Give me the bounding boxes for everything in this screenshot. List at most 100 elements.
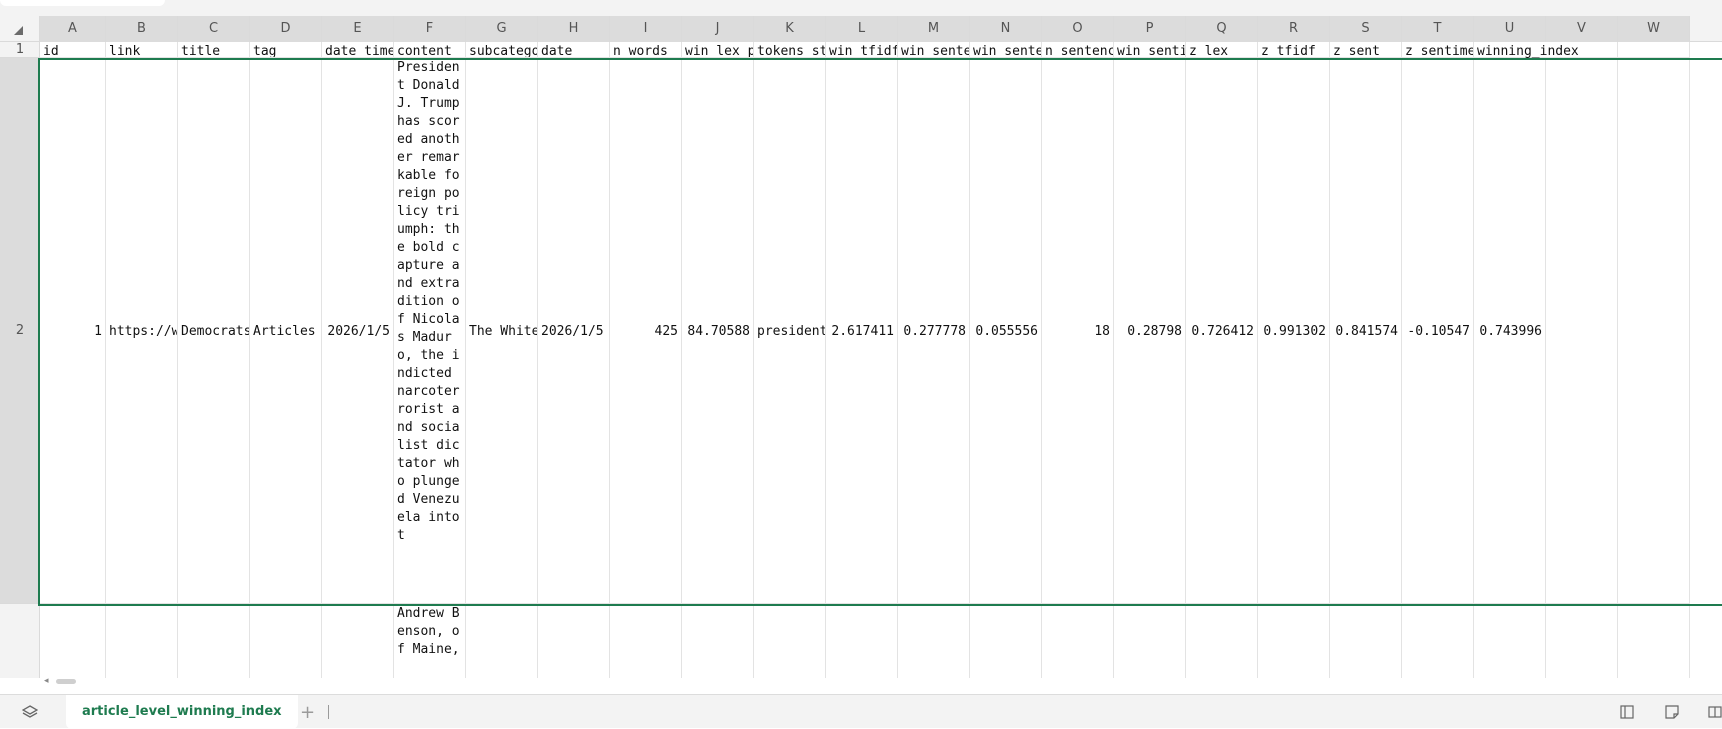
cell-j3[interactable]: [682, 604, 754, 678]
select-all-corner[interactable]: [0, 16, 40, 42]
cell-e3[interactable]: [322, 604, 394, 678]
column-header-l[interactable]: L: [826, 16, 898, 42]
cell-l1[interactable]: win_tfidf: [826, 42, 898, 58]
cell-b3[interactable]: [106, 604, 178, 678]
cell-v2[interactable]: [1546, 58, 1618, 604]
cell-m2[interactable]: 0.277778: [898, 58, 970, 604]
cell-a3[interactable]: [40, 604, 106, 678]
cell-t1[interactable]: z_sentime: [1402, 42, 1474, 58]
cell-j1[interactable]: win_lex_p: [682, 42, 754, 58]
cell-b1[interactable]: link: [106, 42, 178, 58]
cell-w3[interactable]: [1618, 604, 1690, 678]
cell-r1[interactable]: z_tfidf: [1258, 42, 1330, 58]
column-header-j[interactable]: J: [682, 16, 754, 42]
cell-u1[interactable]: winning_index: [1474, 42, 1618, 59]
column-header-d[interactable]: D: [250, 16, 322, 42]
column-header-q[interactable]: Q: [1186, 16, 1258, 42]
cell-s2[interactable]: 0.841574: [1330, 58, 1402, 604]
cell-r3[interactable]: [1258, 604, 1330, 678]
column-header-m[interactable]: M: [898, 16, 970, 42]
cell-r2[interactable]: 0.991302: [1258, 58, 1330, 604]
column-header-f[interactable]: F: [394, 16, 466, 42]
cell-l3[interactable]: [826, 604, 898, 678]
cell-w2[interactable]: [1618, 58, 1690, 604]
cell-p2[interactable]: 0.28798: [1114, 58, 1186, 604]
cell-t2[interactable]: -0.10547: [1402, 58, 1474, 604]
cell-g1[interactable]: subcategory: [466, 42, 538, 58]
cell-e1[interactable]: date_time: [322, 42, 394, 58]
cell-c3[interactable]: [178, 604, 250, 678]
cell-area[interactable]: id link title tag date_time content subc…: [40, 42, 1722, 678]
cell-n1[interactable]: win_sente: [970, 42, 1042, 58]
cell-j2[interactable]: 84.70588: [682, 58, 754, 604]
cell-o3[interactable]: [1042, 604, 1114, 678]
cell-g3[interactable]: [466, 604, 538, 678]
column-header-r[interactable]: R: [1258, 16, 1330, 42]
cell-e2[interactable]: 2026/1/5: [322, 58, 394, 604]
cell-t3[interactable]: [1402, 604, 1474, 678]
cell-s3[interactable]: [1330, 604, 1402, 678]
scrollbar-thumb[interactable]: [56, 679, 76, 684]
column-header-w[interactable]: W: [1618, 16, 1690, 42]
cell-n2[interactable]: 0.055556: [970, 58, 1042, 604]
cell-i1[interactable]: n_words: [610, 42, 682, 58]
scroll-left-arrow-icon[interactable]: ◂: [44, 676, 49, 686]
cell-k2[interactable]: president: [754, 58, 826, 604]
cell-p3[interactable]: [1114, 604, 1186, 678]
cell-k1[interactable]: tokens_st: [754, 42, 826, 58]
add-sheet-icon[interactable]: +: [300, 702, 315, 723]
cell-o2[interactable]: 18: [1042, 58, 1114, 604]
cell-f1[interactable]: content: [394, 42, 466, 58]
cell-d1[interactable]: tag: [250, 42, 322, 58]
horizontal-scrollbar[interactable]: ◂: [40, 676, 1722, 688]
column-header-h[interactable]: H: [538, 16, 610, 42]
cell-h1[interactable]: date: [538, 42, 610, 58]
cell-f3[interactable]: Andrew Benson, of Maine,: [394, 604, 466, 678]
layers-icon[interactable]: [22, 704, 38, 720]
column-header-p[interactable]: P: [1114, 16, 1186, 42]
column-header-b[interactable]: B: [106, 16, 178, 42]
cell-k3[interactable]: [754, 604, 826, 678]
column-header-g[interactable]: G: [466, 16, 538, 42]
cell-d3[interactable]: [250, 604, 322, 678]
cell-i2[interactable]: 425: [610, 58, 682, 604]
cell-a2[interactable]: 1: [40, 58, 106, 604]
cell-o1[interactable]: n_sentenc: [1042, 42, 1114, 58]
cell-h3[interactable]: [538, 604, 610, 678]
column-header-k[interactable]: K: [754, 16, 826, 42]
cell-w1[interactable]: [1618, 42, 1690, 58]
cell-l2[interactable]: 2.617411: [826, 58, 898, 604]
column-header-i[interactable]: I: [610, 16, 682, 42]
cell-m1[interactable]: win_sente: [898, 42, 970, 58]
cell-q3[interactable]: [1186, 604, 1258, 678]
cell-v3[interactable]: [1546, 604, 1618, 678]
column-header-o[interactable]: O: [1042, 16, 1114, 42]
cell-q2[interactable]: 0.726412: [1186, 58, 1258, 604]
page-layout-icon[interactable]: [1620, 705, 1634, 719]
cell-m3[interactable]: [898, 604, 970, 678]
cell-b2[interactable]: https://w: [106, 58, 178, 604]
spreadsheet-grid[interactable]: A B C D E F G H I J K L M N O P Q R S T …: [0, 16, 1722, 678]
cell-n3[interactable]: [970, 604, 1042, 678]
cell-d2[interactable]: Articles: [250, 58, 322, 604]
row-header-2[interactable]: 2: [0, 58, 40, 604]
note-icon[interactable]: [1665, 705, 1679, 719]
cell-c1[interactable]: title: [178, 42, 250, 58]
column-header-n[interactable]: N: [970, 16, 1042, 42]
cell-p1[interactable]: win_senti: [1114, 42, 1186, 58]
cell-q1[interactable]: z_lex: [1186, 42, 1258, 58]
cell-i3[interactable]: [610, 604, 682, 678]
column-header-t[interactable]: T: [1402, 16, 1474, 42]
cell-u3[interactable]: [1474, 604, 1546, 678]
cell-u2[interactable]: 0.743996: [1474, 58, 1546, 604]
column-header-e[interactable]: E: [322, 16, 394, 42]
view-icon[interactable]: [1708, 705, 1722, 719]
cell-f2[interactable]: President Donald J. Trump has scored ano…: [394, 58, 466, 604]
sheet-tab-active[interactable]: article_level_winning_index: [66, 695, 298, 729]
row-header-1[interactable]: 1: [0, 42, 40, 58]
column-header-a[interactable]: A: [40, 16, 106, 42]
cell-c2[interactable]: Democrats: [178, 58, 250, 604]
column-header-u[interactable]: U: [1474, 16, 1546, 42]
cell-g2[interactable]: The White: [466, 58, 538, 604]
cell-s1[interactable]: z_sent: [1330, 42, 1402, 58]
